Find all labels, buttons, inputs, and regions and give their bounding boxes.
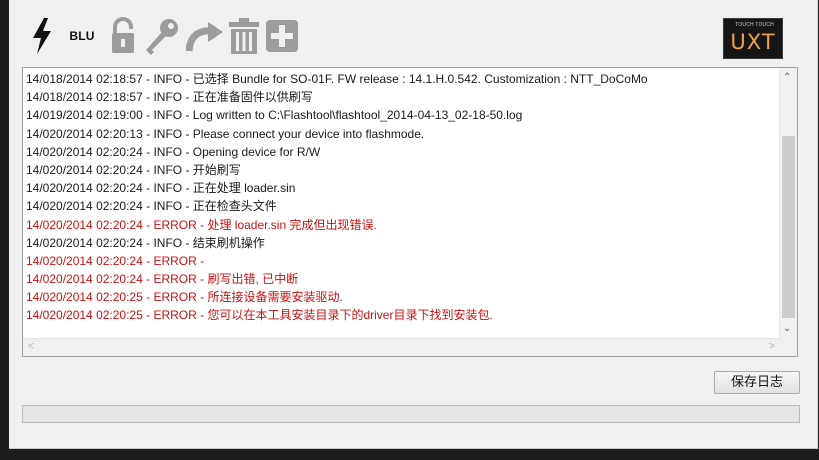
log-line: 14/020/2014 02:20:24 - INFO - 开始刷写 (26, 162, 241, 177)
log-line: 14/020/2014 02:20:25 - ERROR - 您可以在本工具安装… (26, 308, 493, 323)
scroll-right-icon[interactable]: > (769, 342, 775, 352)
log-line: 14/019/2014 02:19:00 - INFO - Log writte… (26, 108, 523, 123)
save-log-button[interactable]: 保存日志 (714, 371, 800, 394)
log-line: 14/020/2014 02:20:24 - ERROR - (26, 253, 205, 268)
scroll-corner (780, 339, 797, 356)
log-line: 14/020/2014 02:20:24 - ERROR - 处理 loader… (26, 217, 377, 232)
vertical-scroll-thumb[interactable] (782, 136, 795, 318)
log-lines: 14/018/2014 02:18:57 - INFO - 已选择 Bundle… (26, 70, 777, 325)
log-line: 14/018/2014 02:18:57 - INFO - 已选择 Bundle… (26, 72, 648, 86)
add-button[interactable] (265, 16, 299, 56)
log-line: 14/020/2014 02:20:24 - INFO - 结束刷机操作 (26, 235, 265, 250)
delete-button[interactable] (227, 16, 261, 56)
scroll-up-icon[interactable]: ⌃ (783, 73, 791, 83)
scroll-left-icon[interactable]: < (28, 342, 34, 352)
redo-arrow-icon (186, 22, 223, 52)
log-view[interactable]: 14/018/2014 02:18:57 - INFO - 已选择 Bundle… (22, 67, 798, 357)
log-line: 14/020/2014 02:20:24 - INFO - Opening de… (26, 144, 321, 159)
log-line: 14/020/2014 02:20:24 - INFO - 正在处理 loade… (26, 181, 296, 196)
uxt-logo: TOUCH TOUCH UXT (723, 18, 783, 59)
unlock-button[interactable] (109, 16, 137, 56)
redo-button[interactable] (185, 16, 225, 56)
log-line: 14/020/2014 02:20:25 - ERROR - 所连接设备需要安装… (26, 290, 343, 305)
toolbar: BLU TOUCH TOUCH UXT (9, 0, 817, 66)
lightning-icon (33, 18, 51, 54)
blu-label: BLU (69, 29, 95, 43)
blu-button[interactable]: BLU (67, 16, 97, 56)
flash-button[interactable] (29, 16, 55, 56)
key-button[interactable] (144, 16, 182, 56)
scroll-down-icon[interactable]: ⌄ (783, 324, 791, 334)
horizontal-scrollbar[interactable]: < > (23, 338, 780, 356)
unlock-icon (112, 17, 134, 53)
log-line: 14/018/2014 02:18:57 - INFO - 正在准备固件以供刷写 (26, 90, 313, 105)
key-icon (146, 19, 178, 55)
flashtool-window: BLU TOUCH TOUCH UXT 14/018/2014 02:18:57… (9, 0, 818, 449)
logo-small-text: TOUCH TOUCH (735, 22, 774, 28)
trash-icon (229, 18, 259, 54)
plus-icon (266, 20, 298, 52)
logo-text: UXT (730, 30, 776, 54)
vertical-scrollbar[interactable]: ⌃ ⌄ (779, 68, 797, 340)
log-line: 14/020/2014 02:20:24 - INFO - 正在检查头文件 (26, 199, 277, 214)
log-line: 14/020/2014 02:20:13 - INFO - Please con… (26, 126, 425, 141)
progress-bar (22, 405, 800, 423)
log-line: 14/020/2014 02:20:24 - ERROR - 刷写出错, 已中断 (26, 272, 299, 287)
